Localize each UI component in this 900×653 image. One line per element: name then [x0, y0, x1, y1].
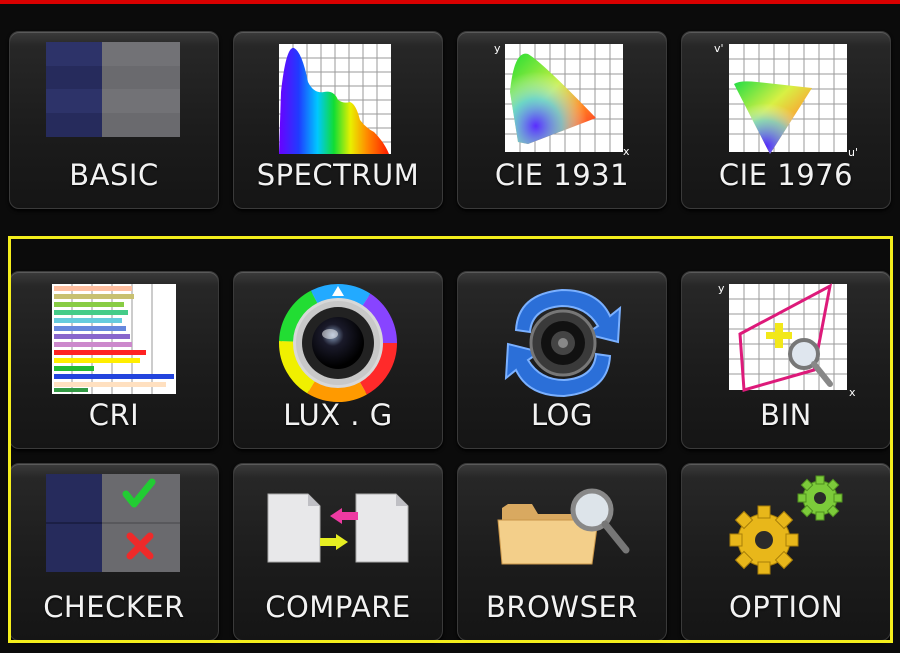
- checker-icon: [46, 474, 180, 572]
- cie-1976-label: CIE 1976: [718, 158, 854, 192]
- cie-1931-icon: y x: [494, 42, 630, 158]
- compare-label: COMPARE: [265, 590, 411, 624]
- spectrum-icon: [279, 44, 391, 154]
- checker-label: CHECKER: [43, 590, 185, 624]
- browser-folder-icon: [497, 488, 630, 565]
- cie-1976-icon: v' u': [714, 42, 858, 159]
- log-label: LOG: [531, 398, 593, 432]
- option-button[interactable]: OPTION: [681, 463, 891, 641]
- basic-icon: [46, 42, 180, 137]
- spectrum-button[interactable]: SPECTRUM: [233, 31, 443, 209]
- cri-icon: [52, 284, 176, 394]
- bin-y-axis-label: y: [718, 282, 725, 295]
- cie-1931-y-axis-label: y: [494, 42, 501, 55]
- cie-1931-x-axis-label: x: [623, 145, 630, 158]
- spectrum-label: SPECTRUM: [256, 158, 420, 192]
- lux-camera-icon: [279, 284, 397, 402]
- option-label: OPTION: [728, 590, 844, 624]
- lux-g-button[interactable]: LUX . G: [233, 271, 443, 449]
- cri-button[interactable]: CRI: [9, 271, 219, 449]
- cie-1976-button[interactable]: v' u' CIE 1976: [681, 31, 891, 209]
- compare-button[interactable]: COMPARE: [233, 463, 443, 641]
- browser-button[interactable]: BROWSER: [457, 463, 667, 641]
- cri-label: CRI: [88, 398, 140, 432]
- bin-label: BIN: [760, 398, 812, 432]
- compare-icon: [267, 493, 409, 563]
- basic-button[interactable]: BASIC: [9, 31, 219, 209]
- basic-label: BASIC: [69, 158, 159, 192]
- cie-1931-label: CIE 1931: [494, 158, 630, 192]
- browser-label: BROWSER: [486, 590, 638, 624]
- top-status-bar: [0, 0, 900, 4]
- log-button[interactable]: LOG: [457, 271, 667, 449]
- bin-icon: y x: [718, 282, 856, 399]
- lux-g-label: LUX . G: [283, 398, 393, 432]
- log-sync-icon: [504, 288, 622, 398]
- cie-1976-v-axis-label: v': [714, 42, 724, 55]
- option-gears-icon: [729, 475, 843, 575]
- checker-button[interactable]: CHECKER: [9, 463, 219, 641]
- cie-1931-button[interactable]: y x CIE 1931: [457, 31, 667, 209]
- bin-button[interactable]: y x BIN: [681, 271, 891, 449]
